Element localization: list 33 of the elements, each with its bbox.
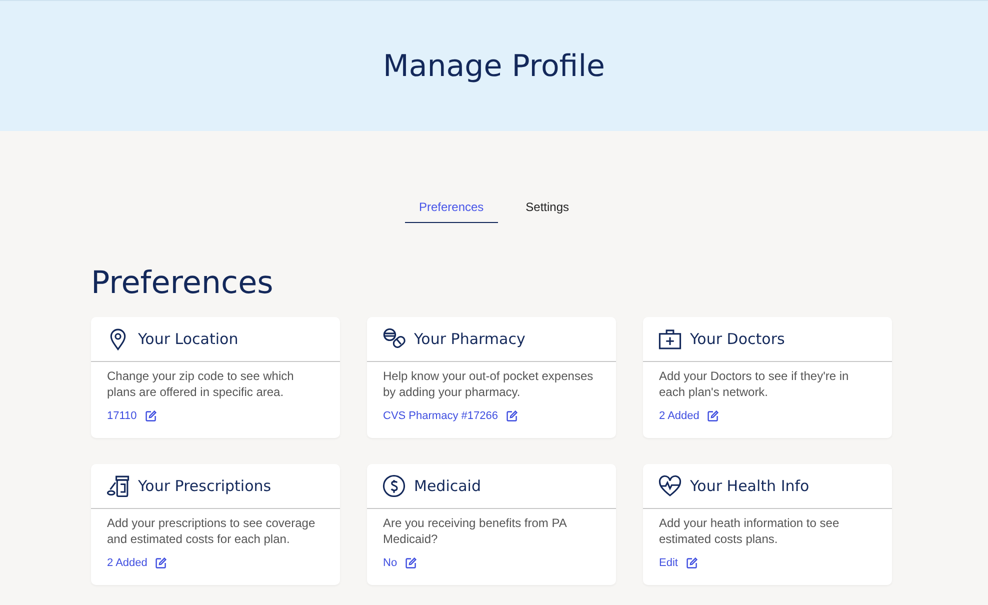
medical-kit-icon — [658, 327, 682, 351]
pills-icon — [382, 327, 406, 351]
tab[interactable]: Preferences — [404, 194, 498, 223]
card-description: Help know your out-of pocket expenses by adding your pharmacy. — [383, 368, 594, 400]
page-title: Manage Profile — [383, 48, 605, 84]
card-title: Medicaid — [414, 477, 481, 495]
edit-icon[interactable] — [506, 410, 518, 422]
value-link[interactable]: No — [383, 557, 398, 569]
card-description: Are you receiving benefits from PA Medicaid? — [383, 515, 568, 547]
card-title: Your Prescriptions — [138, 477, 272, 495]
card-description: Add your heath information to see estimated costs plans. — [659, 515, 840, 547]
heartbeat-icon — [658, 474, 682, 498]
value-link[interactable]: CVS Pharmacy #17266 — [383, 410, 498, 422]
pill-bottle-icon — [106, 474, 130, 498]
card-description: Change your zip code to see which plans are offered in specific area. — [107, 368, 295, 400]
edit-icon[interactable] — [405, 557, 418, 569]
value-link[interactable]: Edit — [659, 557, 678, 569]
card-title: Your Location — [138, 330, 238, 348]
value-link[interactable]: 2 Added — [107, 557, 148, 569]
tab[interactable]: Settings — [512, 194, 584, 223]
card-description: Add your Doctors to see if they're in each plan's network. — [659, 368, 850, 400]
edit-icon[interactable] — [686, 557, 698, 569]
card-title: Your Health Info — [690, 477, 810, 495]
section-heading: Preferences — [91, 268, 274, 299]
value-link[interactable]: 2 Added — [659, 410, 700, 422]
edit-icon[interactable] — [155, 557, 168, 569]
card-description: Add your prescriptions to see coverage and estimated costs for each plan. — [107, 515, 316, 547]
value-link[interactable]: 17110 — [107, 410, 137, 422]
dollar-circle-icon — [382, 474, 406, 498]
card-title: Your Doctors — [690, 330, 785, 348]
card-title: Your Pharmacy — [414, 330, 526, 348]
edit-icon[interactable] — [144, 410, 157, 422]
edit-icon[interactable] — [707, 410, 720, 422]
